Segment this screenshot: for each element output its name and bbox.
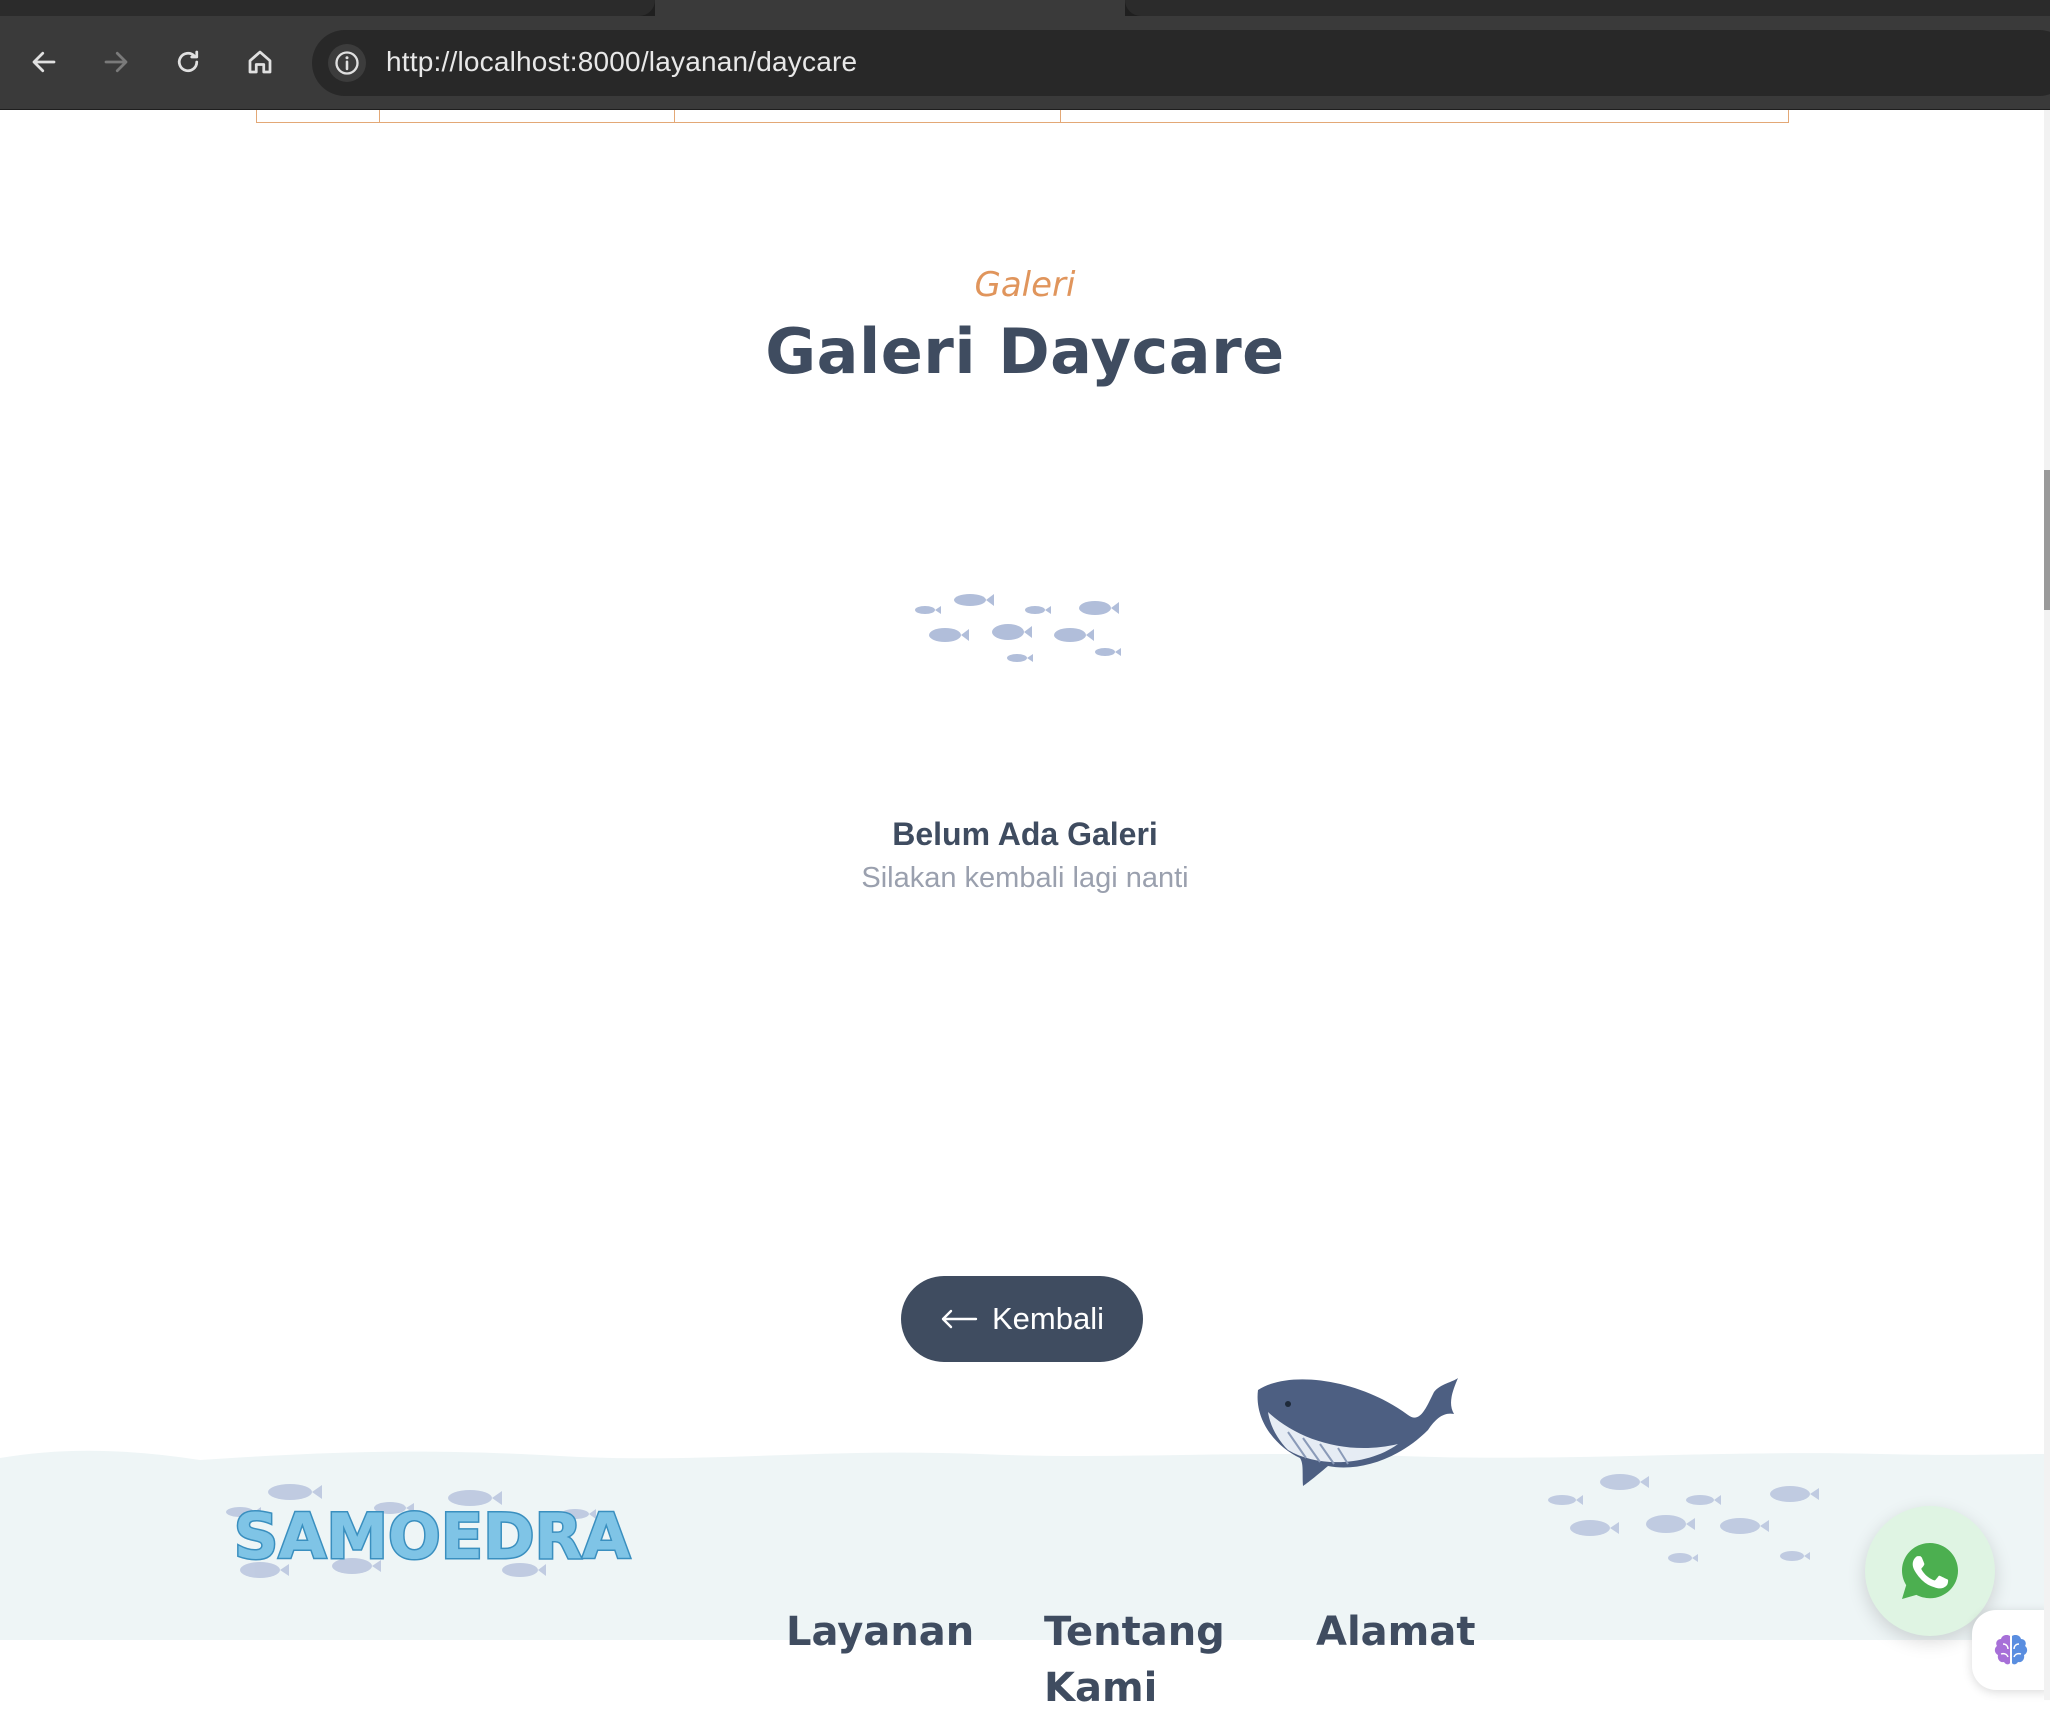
footer-heading-alamat: Alamat <box>1316 1609 1476 1655</box>
browser-tab[interactable] <box>1125 0 2050 16</box>
back-button-label: Kembali <box>992 1301 1104 1336</box>
whale-illustration <box>1257 1378 1458 1486</box>
site-info-icon[interactable] <box>328 44 366 82</box>
reload-icon[interactable] <box>170 44 206 80</box>
table-cell <box>380 110 675 122</box>
scrollbar-thumb[interactable] <box>2044 470 2050 610</box>
empty-state-title: Belum Ada Galeri <box>892 816 1158 852</box>
back-arrow-icon[interactable] <box>26 44 62 80</box>
back-button[interactable]: Kembali <box>901 1276 1143 1362</box>
brain-extension-icon[interactable] <box>1972 1610 2050 1690</box>
browser-toolbar: http://localhost:8000/layanan/daycare <box>0 16 2050 110</box>
left-arrow-icon <box>941 1309 978 1329</box>
section-eyebrow: Galeri <box>974 265 1076 305</box>
empty-state-subtitle: Silakan kembali lagi nanti <box>861 862 1189 894</box>
table-cell <box>675 110 1061 122</box>
footer-brand-text: SAMOEDRA <box>234 1500 631 1573</box>
browser-tab-active[interactable] <box>655 0 1125 16</box>
footer-heading-layanan: Layanan <box>786 1609 975 1655</box>
footer-heading-tentang-kami: Tentang Kami <box>1044 1609 1225 1711</box>
whatsapp-button[interactable] <box>1865 1506 1995 1636</box>
url-text[interactable]: http://localhost:8000/layanan/daycare <box>386 46 857 78</box>
section-title: Galeri Daycare <box>765 315 1285 388</box>
page-scrollbar[interactable] <box>2044 110 2050 1700</box>
samoedra-logo: SAMOEDRA <box>226 1484 632 1578</box>
forward-arrow-icon[interactable] <box>98 44 134 80</box>
table-cell <box>257 110 380 122</box>
address-bar[interactable]: http://localhost:8000/layanan/daycare <box>312 30 2050 96</box>
table-bottom-edge <box>256 110 1789 123</box>
fish-school-icon <box>915 594 1121 662</box>
home-icon[interactable] <box>242 44 278 80</box>
table-cell <box>1061 110 1788 122</box>
whatsapp-icon <box>1902 1543 1958 1599</box>
tab-strip <box>0 0 2050 16</box>
browser-tab[interactable] <box>0 0 655 16</box>
footer-fish-icon <box>1548 1474 1819 1563</box>
